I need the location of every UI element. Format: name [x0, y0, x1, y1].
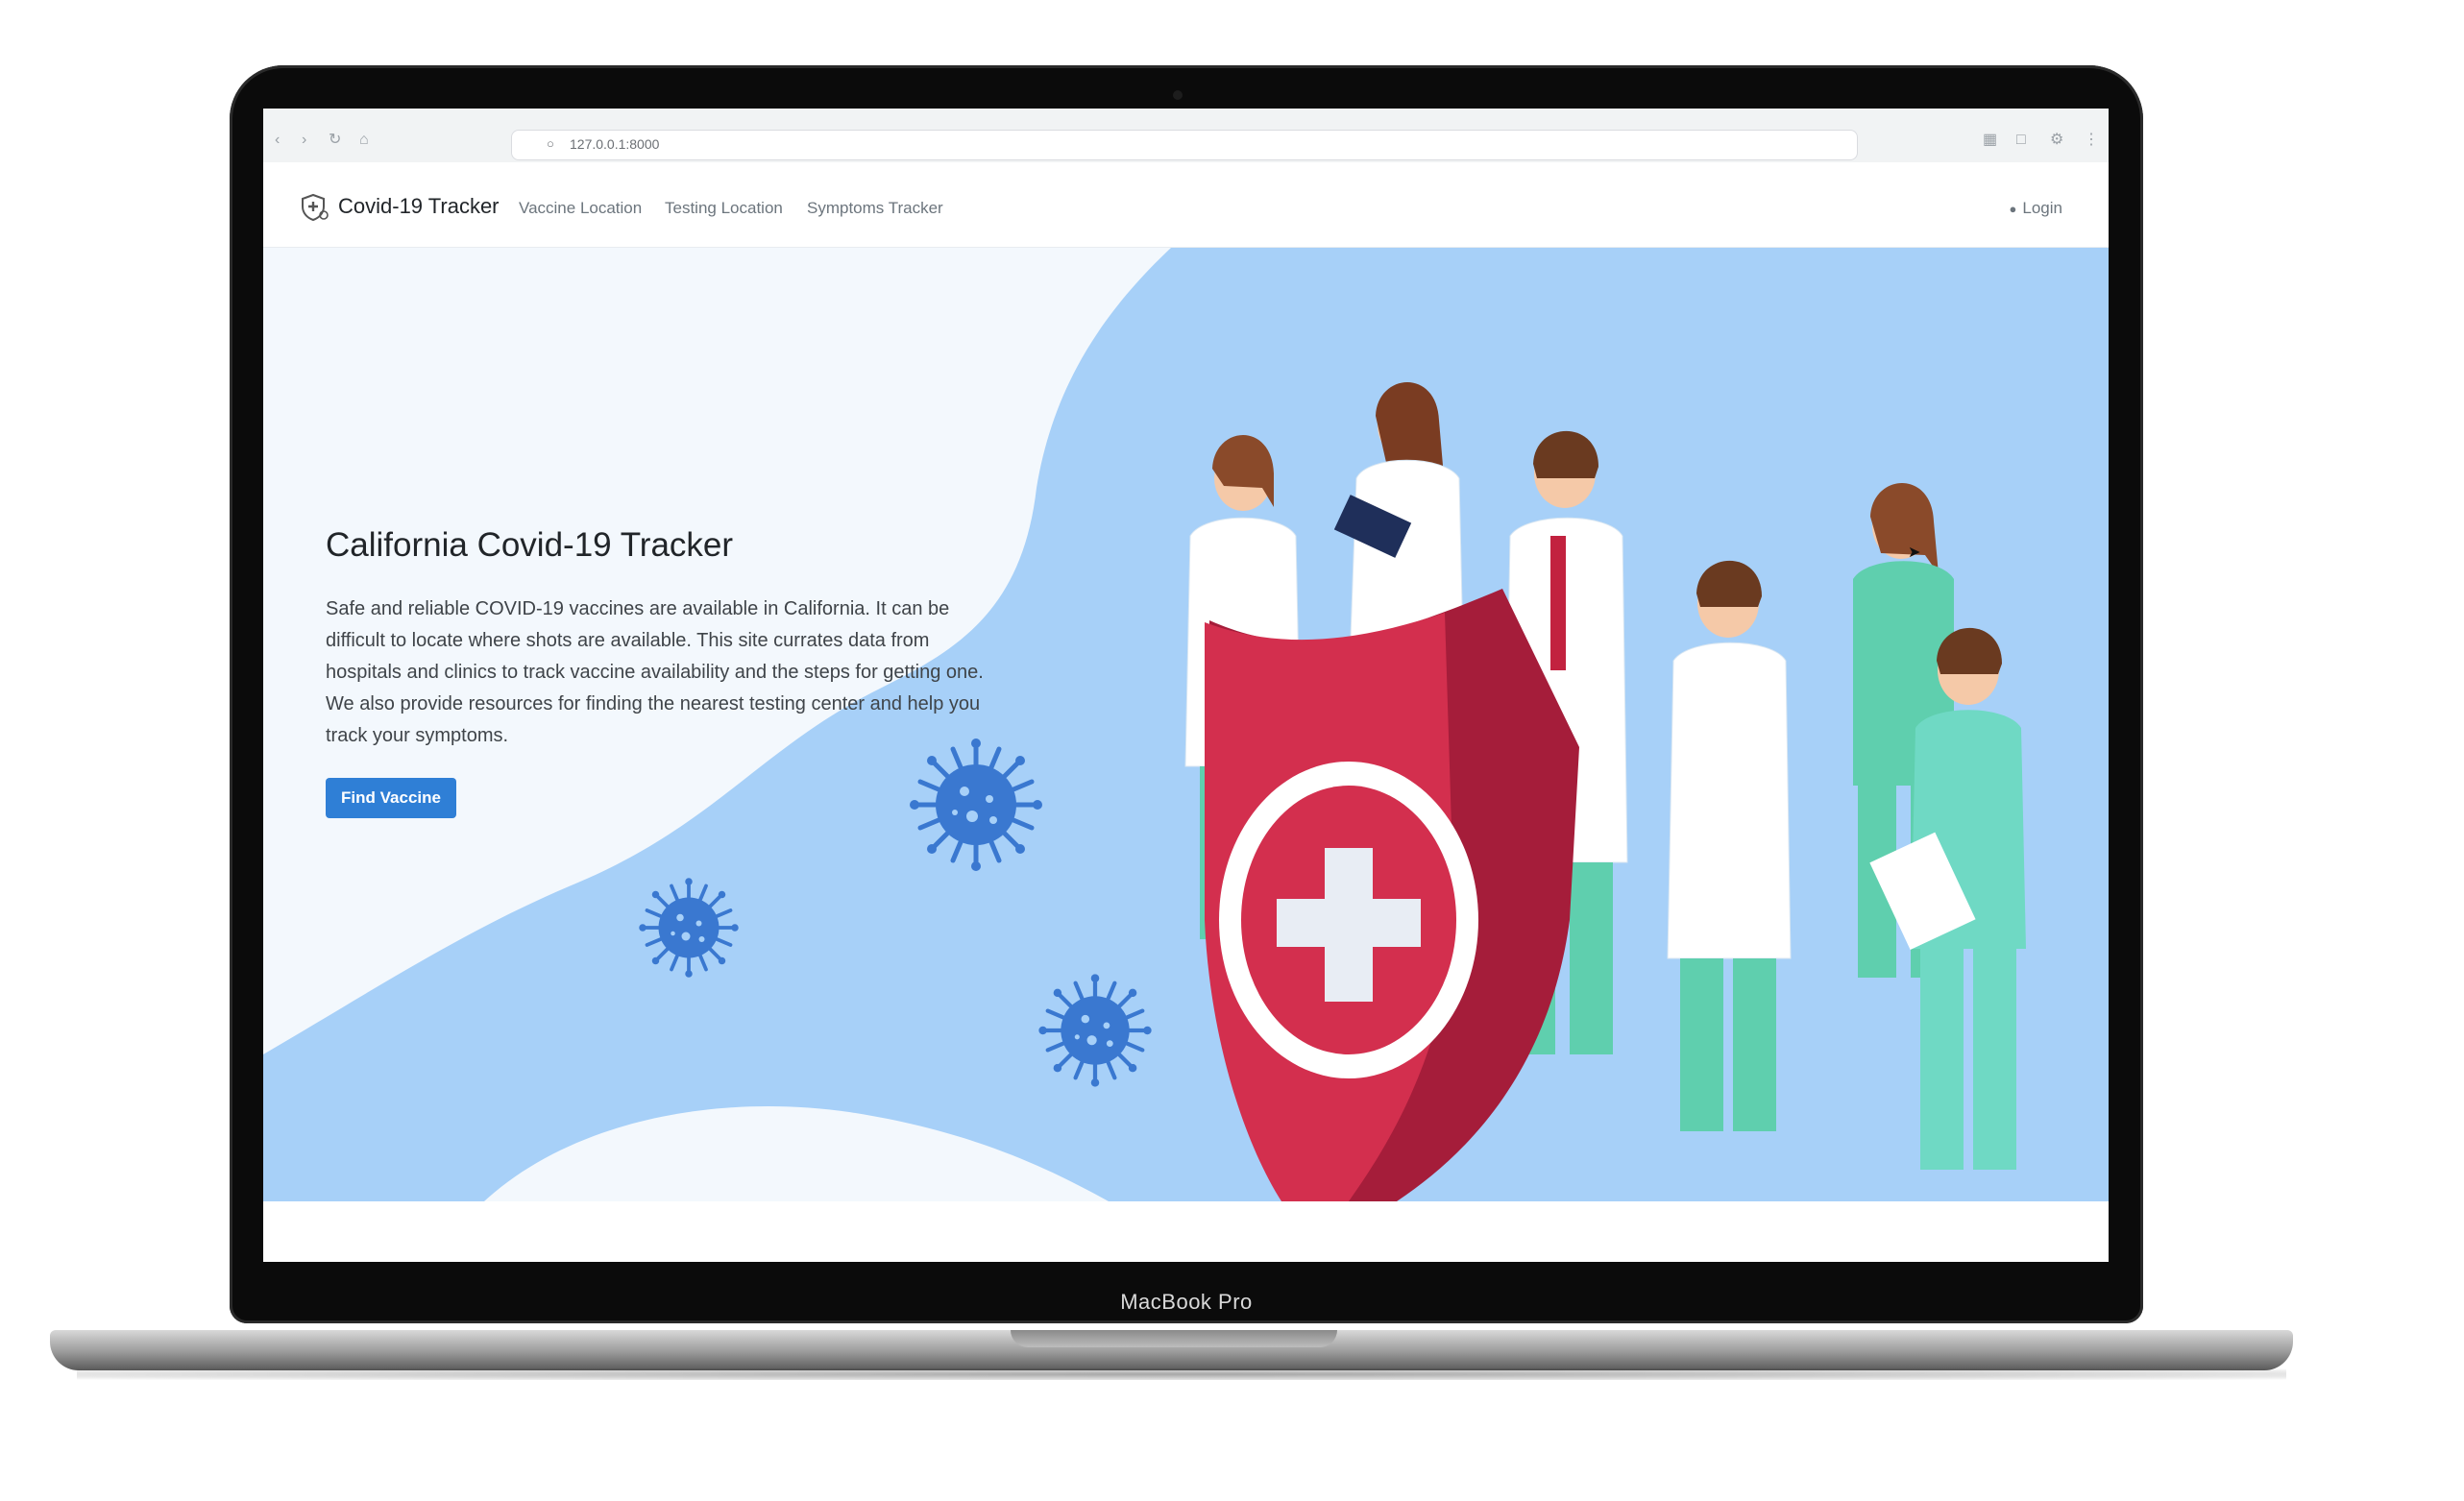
settings-icon[interactable]: ⚙ — [2050, 133, 2063, 148]
address-bar-url: 127.0.0.1:8000 — [570, 136, 660, 152]
laptop-base-notch — [1011, 1330, 1337, 1347]
tab-icon[interactable]: □ — [2016, 133, 2026, 148]
device-label: MacBook Pro — [1120, 1290, 1253, 1314]
hero-description: Safe and reliable COVID-19 vaccines are … — [326, 598, 984, 746]
address-bar[interactable]: ○ 127.0.0.1:8000 — [511, 130, 1858, 160]
brand-name[interactable]: Covid-19 Tracker — [338, 194, 500, 219]
extensions-icon[interactable]: ▦ — [1983, 133, 1997, 148]
laptop-screen: ‹ › ↻ ⌂ ○ 127.0.0.1:8000 ▦ □ ⚙ ⋮ Covid-1… — [263, 109, 2109, 1262]
menu-icon[interactable]: ⋮ — [2084, 133, 2099, 148]
login-link[interactable]: ● Login — [2010, 199, 2062, 218]
scene: ‹ › ↻ ⌂ ○ 127.0.0.1:8000 ▦ □ ⚙ ⋮ Covid-1… — [0, 0, 2464, 1501]
lock-icon: ○ — [547, 136, 554, 151]
login-label: Login — [2022, 199, 2062, 217]
browser-toolbar: ‹ › ↻ ⌂ ○ 127.0.0.1:8000 ▦ □ ⚙ ⋮ — [263, 109, 2109, 163]
nav-symptoms-tracker[interactable]: Symptoms Tracker — [807, 199, 943, 218]
laptop-shadow — [77, 1368, 2286, 1380]
hero-section: California Covid-19 Tracker Safe and rel… — [263, 248, 2109, 1201]
find-vaccine-button[interactable]: Find Vaccine — [326, 778, 456, 818]
nav-vaccine-location[interactable]: Vaccine Location — [519, 199, 642, 218]
mouse-cursor-icon: ➤ — [1908, 545, 1921, 561]
forward-icon[interactable]: › — [302, 133, 306, 148]
webcam — [1173, 90, 1183, 100]
hero-title: California Covid-19 Tracker — [326, 526, 734, 564]
shield-virus-icon[interactable] — [301, 193, 329, 222]
back-icon[interactable]: ‹ — [275, 133, 280, 148]
user-icon: ● — [2009, 202, 2017, 216]
page-content-below-fold — [263, 1201, 2109, 1262]
site-navbar: Covid-19 Tracker Vaccine Location Testin… — [263, 162, 2109, 248]
reload-icon[interactable]: ↻ — [329, 133, 341, 148]
nav-testing-location[interactable]: Testing Location — [665, 199, 783, 218]
home-icon[interactable]: ⌂ — [359, 133, 369, 148]
